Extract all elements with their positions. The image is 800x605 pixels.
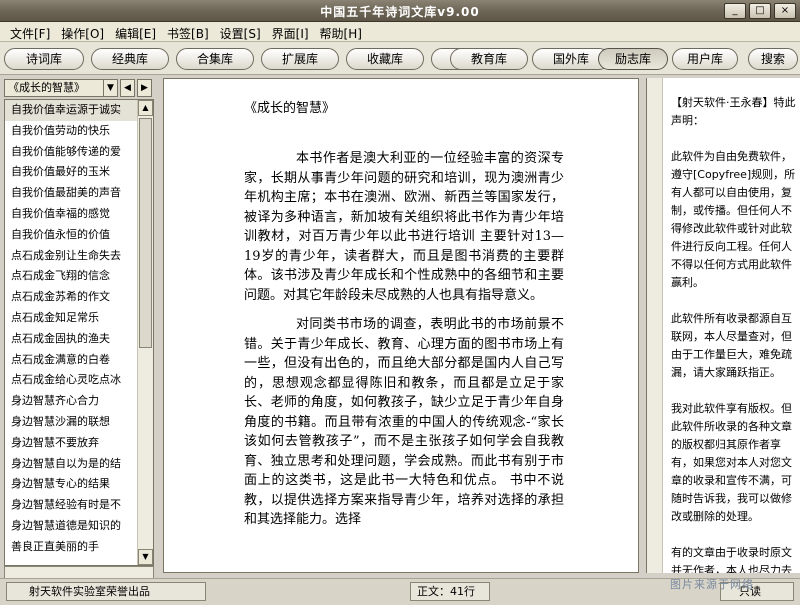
paragraph: 对同类书市场的调查，表明此书的市场前景不错。关于青少年成长、教育、心理方面的图书…: [244, 317, 564, 527]
prev-arrow-icon[interactable]: ◀: [120, 79, 135, 97]
close-button[interactable]: ×: [774, 3, 796, 19]
menu-bar: 文件[F] 操作[O] 编辑[E] 书签[B] 设置[S] 界面[I] 帮助[H…: [0, 22, 800, 42]
maximize-button[interactable]: □: [749, 3, 771, 19]
tab-inspiration[interactable]: 励志库: [598, 48, 668, 70]
chapter-list-item[interactable]: 身边智慧专心的结果: [5, 474, 138, 495]
chapter-list-item[interactable]: 身边智慧沙漏的联想: [5, 412, 138, 433]
tab-education[interactable]: 教育库: [450, 48, 528, 70]
search-button[interactable]: 搜索: [748, 48, 798, 70]
chevron-down-icon[interactable]: ▼: [103, 79, 118, 97]
menu-file[interactable]: 文件[F]: [8, 22, 59, 41]
chapter-list-item[interactable]: 善良正直美丽的手: [5, 537, 138, 558]
chapter-list-item[interactable]: 身边智慧不要放弃: [5, 433, 138, 454]
chapter-list-item[interactable]: 自我价值能够传递的爱: [5, 142, 138, 163]
category-toolbar: 诗词库 经典库 合集库 扩展库 收藏库 名著库 教育库 国外库 励志库 用户库 …: [0, 42, 800, 75]
info-paragraph: 我对此软件享有版权。但此软件所收录的各种文章的版权都归其原作者享有，如果您对本人…: [671, 402, 792, 523]
chapter-list-item[interactable]: 自我价值幸福的感觉: [5, 204, 138, 225]
info-text: 【射天软件·王永春】特此声明： 此软件为自由免费软件，遵守[Copyfree]规…: [671, 94, 799, 573]
scroll-down-icon[interactable]: ▼: [138, 549, 153, 565]
menu-bookmark[interactable]: 书签[B]: [165, 22, 218, 41]
chapter-list-item[interactable]: 点石成金固执的渔夫: [5, 329, 138, 350]
chapter-list-item[interactable]: 身边智慧经验有时是不: [5, 495, 138, 516]
scroll-up-icon[interactable]: ▲: [138, 100, 153, 116]
paragraph: 本书作者是澳大利亚的一位经验丰富的资深专家，长期从事青少年问题的研究和培训，现为…: [244, 151, 564, 303]
book-title: 《成长的智慧》: [244, 101, 336, 116]
chapter-list-item[interactable]: 身边智慧齐心合力: [5, 391, 138, 412]
chapter-list: 自我价值幸运源于诚实 自我价值劳动的快乐 自我价值能够传递的爱 自我价值最好的玉米 自我…: [5, 100, 138, 565]
chapter-list-item[interactable]: 自我价值永恒的价值: [5, 225, 138, 246]
menu-operation[interactable]: 操作[O]: [59, 22, 113, 41]
menu-settings[interactable]: 设置[S]: [218, 22, 270, 41]
reading-pane[interactable]: 《成长的智慧》 本书作者是澳大利亚的一位经验丰富的资深专家，长期从事青少年问题的…: [163, 78, 639, 573]
menu-help[interactable]: 帮助[H]: [318, 22, 371, 41]
chapter-list-item[interactable]: 点石成金别让生命失去: [5, 246, 138, 267]
chapter-list-pane: 自我价值幸运源于诚实 自我价值劳动的快乐 自我价值能够传递的爱 自我价值最好的玉米 自我…: [4, 99, 154, 566]
next-arrow-icon[interactable]: ▶: [137, 79, 152, 97]
title-bar: 中国五千年诗词文库v9.00 _ □ ×: [0, 0, 800, 22]
tab-favorites[interactable]: 收藏库: [346, 48, 424, 70]
menu-interface[interactable]: 界面[I]: [270, 22, 318, 41]
info-pane: 【射天软件·王永春】特此声明： 此软件为自由免费软件，遵守[Copyfree]规…: [646, 78, 800, 573]
menu-edit[interactable]: 编辑[E]: [113, 22, 165, 41]
scroll-thumb[interactable]: [139, 118, 152, 348]
book-select[interactable]: 《成长的智慧》: [4, 79, 116, 97]
chapter-list-item[interactable]: 自我价值劳动的快乐: [5, 121, 138, 142]
info-pane-scrollbar[interactable]: [647, 78, 663, 573]
status-line-count: 正文：41行: [410, 582, 490, 601]
info-paragraph: 有的文章由于收录时原文并无作者，本人也尽力去考证作者，搜寻作者: [671, 546, 792, 573]
watermark: 图片来源于网络: [670, 578, 754, 591]
chapter-list-item[interactable]: 点石成金给心灵吃点冰: [5, 370, 138, 391]
chapter-list-item[interactable]: 点石成金满意的白卷: [5, 350, 138, 371]
minimize-button[interactable]: _: [724, 3, 746, 19]
window-title: 中国五千年诗词文库v9.00: [320, 5, 480, 19]
book-text: 本书作者是澳大利亚的一位经验丰富的资深专家，长期从事青少年问题的研究和培训，现为…: [244, 149, 564, 540]
chapter-list-item[interactable]: 自我价值最好的玉米: [5, 162, 138, 183]
chapter-list-item[interactable]: 点石成金知足常乐: [5, 308, 138, 329]
chapter-list-item[interactable]: 身边智慧道德是知识的: [5, 516, 138, 537]
tab-extensions[interactable]: 扩展库: [261, 48, 339, 70]
status-credits: 射天软件实验室荣誉出品: [6, 582, 206, 601]
tab-collections[interactable]: 合集库: [176, 48, 254, 70]
info-paragraph: 此软件为自由免费软件，遵守[Copyfree]规则，所有人都可以自由使用，复制，…: [671, 150, 796, 289]
tab-user[interactable]: 用户库: [672, 48, 738, 70]
chapter-list-item[interactable]: 点石成金飞翔的信念: [5, 266, 138, 287]
info-paragraph: 【射天软件·王永春】特此声明：: [671, 96, 796, 127]
tab-classics[interactable]: 经典库: [91, 48, 169, 70]
info-paragraph: 此软件所有收录都源自互联网，本人尽量查对，但由于工作量巨大，难免疏漏，请大家踊跃…: [671, 312, 792, 379]
chapter-list-item[interactable]: 自我价值幸运源于诚实: [5, 100, 138, 121]
window-controls: _ □ ×: [724, 3, 796, 19]
chapter-list-scrollbar[interactable]: ▲ ▼: [137, 100, 153, 565]
chapter-list-item[interactable]: 身边智慧自以为是的结: [5, 454, 138, 475]
tab-poetry[interactable]: 诗词库: [4, 48, 84, 70]
chapter-list-item[interactable]: 点石成金苏希的作文: [5, 287, 138, 308]
chapter-list-item[interactable]: 自我价值最甜美的声音: [5, 183, 138, 204]
